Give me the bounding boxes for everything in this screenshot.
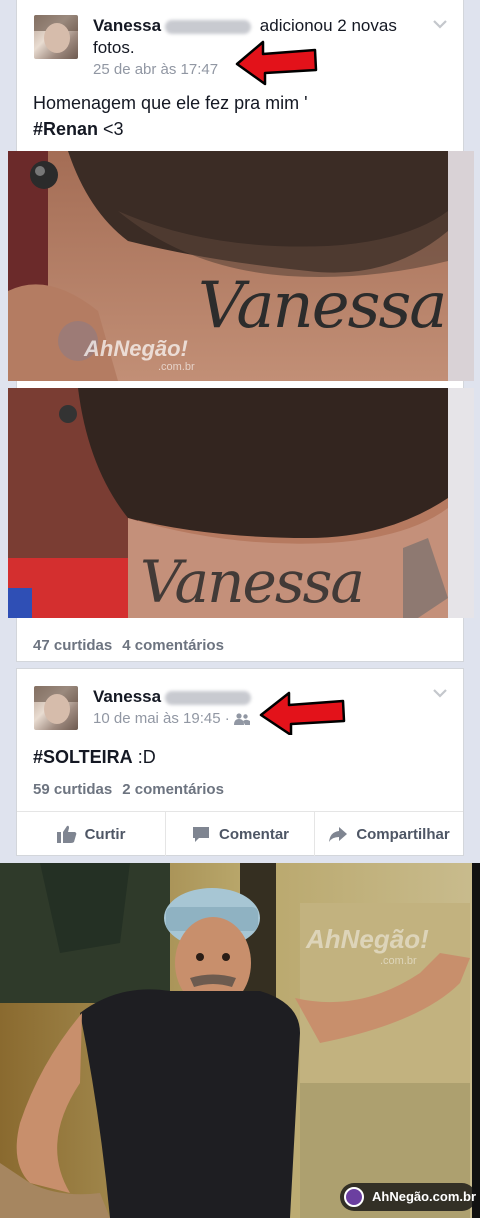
action-bar: Curtir Comentar Compartilhar <box>17 811 463 856</box>
post-text-tail: :D <box>132 747 156 767</box>
share-icon <box>329 827 348 842</box>
tattoo-text: Vanessa <box>140 548 365 616</box>
post-text-line: Homenagem que ele fez pra mim ' <box>33 93 308 113</box>
red-arrow-icon <box>259 691 346 735</box>
photo-2[interactable]: Vanessa <box>8 388 474 618</box>
post-card-1: Vanessa adicionou 2 novas fotos. 25 de a… <box>8 0 474 662</box>
comments-count[interactable]: 2 comentários <box>122 781 224 798</box>
comment-label: Comentar <box>218 825 289 843</box>
tattoo-text: Vanessa <box>198 269 447 343</box>
meta-separator: · <box>224 710 230 727</box>
comments-count[interactable]: 4 comentários <box>122 637 224 654</box>
photo-1[interactable]: Vanessa AhNegão! .com.br <box>8 151 474 381</box>
share-button[interactable]: Compartilhar <box>315 812 463 856</box>
meme-image: AhNegão! .com.br <box>0 863 480 1218</box>
post-text: #SOLTEIRA :D <box>33 744 156 770</box>
author-name[interactable]: Vanessa <box>93 16 161 35</box>
comment-button[interactable]: Comentar <box>166 812 315 856</box>
post-text: Homenagem que ele fez pra mim ' #Renan <… <box>33 90 308 142</box>
redacted-surname <box>165 690 252 705</box>
post-stats: 47 curtidas 4 comentários <box>33 637 224 654</box>
like-label: Curtir <box>84 825 126 843</box>
watermark-text: AhNegão! <box>84 336 188 361</box>
mascot-icon <box>344 1187 364 1207</box>
chevron-down-icon[interactable] <box>433 16 447 32</box>
post-timestamp[interactable]: 10 de mai às 19:45 <box>93 710 221 727</box>
hashtag-link[interactable]: #Renan <box>33 119 98 139</box>
chevron-down-icon[interactable] <box>433 685 447 701</box>
likes-count[interactable]: 59 curtidas <box>33 781 112 798</box>
post-card-2: Vanessa 10 de mai às 19:45 · #SOLTEIRA :… <box>16 668 464 856</box>
site-badge-text: AhNegão.com.br <box>372 1189 477 1204</box>
share-label: Compartilhar <box>356 825 450 843</box>
avatar[interactable] <box>34 686 78 730</box>
hashtag-link[interactable]: #SOLTEIRA <box>33 747 133 767</box>
site-badge: AhNegão.com.br <box>340 1183 476 1211</box>
watermark-text: AhNegão! <box>306 924 429 954</box>
comment-icon <box>192 827 209 842</box>
author-name[interactable]: Vanessa <box>93 687 161 706</box>
watermark-subtext: .com.br <box>380 955 417 967</box>
post-header: Vanessa 10 de mai às 19:45 · <box>93 686 403 730</box>
post-text-tail: <3 <box>98 119 124 139</box>
friends-icon <box>233 713 250 726</box>
like-button[interactable]: Curtir <box>17 812 166 856</box>
post-stats: 59 curtidas 2 comentários <box>33 781 224 798</box>
like-icon <box>56 825 76 843</box>
red-arrow-icon <box>235 40 318 86</box>
avatar[interactable] <box>34 15 78 59</box>
redacted-surname <box>165 19 252 34</box>
likes-count[interactable]: 47 curtidas <box>33 637 112 654</box>
watermark-subtext: .com.br <box>158 361 195 373</box>
